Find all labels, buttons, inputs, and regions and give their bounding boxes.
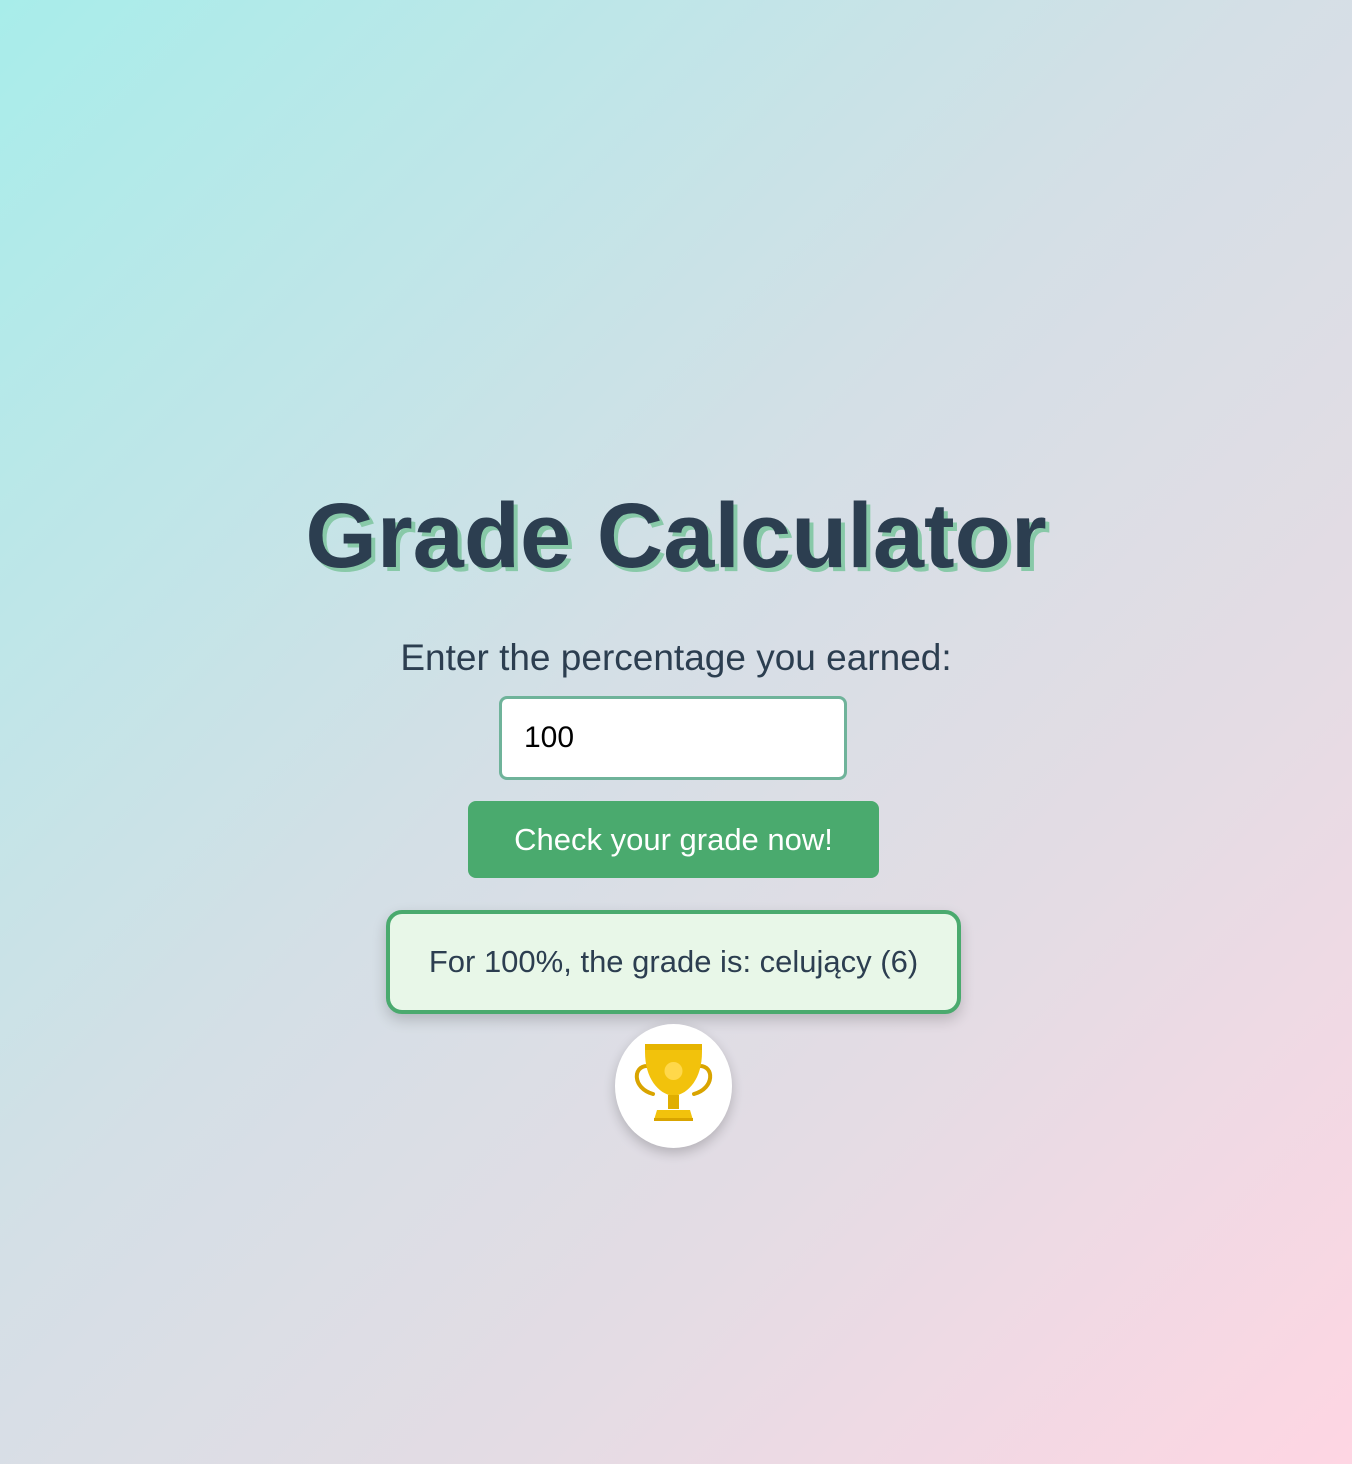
check-grade-button[interactable]: Check your grade now! (468, 801, 879, 878)
grade-result-text: For 100%, the grade is: celujący (6) (428, 944, 919, 979)
percentage-prompt-label: Enter the percentage you earned: (400, 637, 952, 678)
trophy-icon (634, 1044, 713, 1121)
page-title: Grade Calculator (305, 485, 1047, 587)
trophy-badge (615, 1024, 732, 1148)
grade-result-box: For 100%, the grade is: celujący (6) (386, 910, 961, 1014)
grade-calculator-app: Grade Calculator Enter the percentage yo… (0, 0, 1352, 1464)
percentage-input[interactable] (499, 696, 847, 780)
